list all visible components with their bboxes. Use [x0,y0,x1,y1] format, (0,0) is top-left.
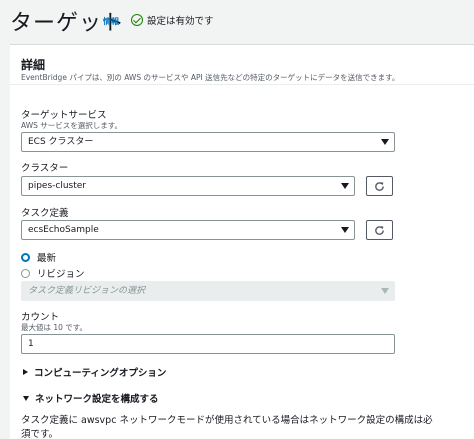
status-text: 設定は有効です [147,16,214,27]
check-circle-icon [131,14,143,26]
target-service-value: ECS クラスター [28,137,94,147]
radio-revision[interactable]: リビジョン [21,266,85,280]
network-description-line: 須です。 [21,429,59,439]
count-input[interactable]: 1 [21,334,395,354]
radio-revision-label: リビジョン [37,269,85,280]
target-service-description: AWS サービスを選択します。 [21,121,123,130]
caret-down-icon [341,183,349,189]
radio-latest-label: 最新 [37,253,57,264]
cluster-value: pipes-cluster [28,181,87,191]
task-definition-value: ecsEchoSample [28,225,99,235]
caret-right-icon [23,369,28,375]
refresh-icon [375,182,384,191]
caret-down-icon [381,139,389,145]
panel-title: 詳細 [21,58,46,72]
revision-select: タスク定義リビジョンの選択 [21,281,395,301]
count-value: 1 [28,339,34,349]
radio-unchecked-icon [21,268,30,278]
compute-option-label: コンピューティングオプション [34,368,167,379]
details-panel: 詳細 EventBridge パイプは、別の AWS のサービスや API 送信… [10,44,474,439]
network-config-expander[interactable]: ネットワーク設定を構成する [23,391,159,405]
count-label: カウント [21,312,60,323]
status-indicator: 設定は有効です [131,13,214,27]
task-definition-select[interactable]: ecsEchoSample [21,220,355,240]
cluster-label: クラスター [21,163,69,174]
caret-down-icon [23,395,29,401]
target-service-select[interactable]: ECS クラスター [21,132,395,152]
task-definition-label: タスク定義 [21,208,69,219]
network-config-label: ネットワーク設定を構成する [35,394,159,405]
radio-checked-icon [21,252,30,262]
cluster-select[interactable]: pipes-cluster [21,176,355,196]
radio-latest[interactable]: 最新 [21,250,56,264]
compute-option-expander[interactable]: コンピューティングオプション [23,365,166,379]
page-header: ターゲット 情報 設定は有効です [0,0,474,42]
panel-header: 詳細 EventBridge パイプは、別の AWS のサービスや API 送信… [10,45,474,85]
revision-placeholder: タスク定義リビジョンの選択 [28,286,146,296]
network-description-line: タスク定義に awsvpc ネットワークモードが使用されている場合はネットワーク… [21,415,433,426]
caret-down-icon [341,227,349,233]
caret-down-icon [381,288,389,294]
network-description: タスク定義に awsvpc ネットワークモードが使用されている場合はネットワーク… [21,414,471,439]
task-definition-refresh-button[interactable] [366,220,393,240]
panel-description: EventBridge パイプは、別の AWS のサービスや API 送信先など… [21,73,400,82]
refresh-icon [375,226,384,235]
count-description: 最大値は 10 です。 [21,323,88,332]
info-link[interactable]: 情報 [103,16,119,27]
cluster-refresh-button[interactable] [366,176,393,196]
target-service-label: ターゲットサービス [21,110,107,121]
